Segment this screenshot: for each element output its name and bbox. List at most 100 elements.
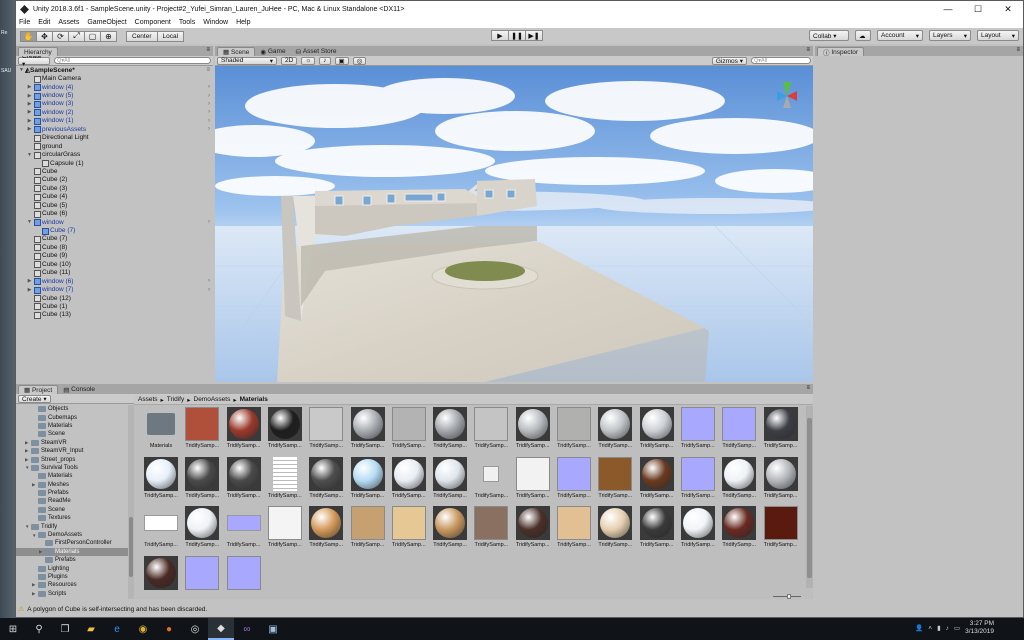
tab-inspector[interactable]: ⓘ Inspector bbox=[817, 47, 865, 57]
menu-assets[interactable]: Assets bbox=[58, 19, 79, 26]
expand-arrow-icon[interactable]: ▼ bbox=[26, 152, 33, 158]
folder-tree-item[interactable]: Cubemaps bbox=[16, 413, 128, 421]
create-dropdown[interactable]: Create ▾ bbox=[18, 53, 51, 68]
hidden-objects-icon[interactable]: ◎ bbox=[352, 56, 367, 65]
hierarchy-row[interactable]: Cube (4) bbox=[16, 193, 213, 201]
material-asset-tile[interactable]: TridifySamp... bbox=[762, 506, 800, 548]
folder-tree-item[interactable]: Prefabs bbox=[16, 489, 128, 497]
menu-help[interactable]: Help bbox=[236, 19, 250, 26]
hierarchy-row[interactable]: ▶ window (6) › bbox=[16, 277, 213, 286]
expand-arrow-icon[interactable]: ▶ bbox=[26, 101, 33, 107]
asset-scrollbar[interactable] bbox=[806, 406, 813, 588]
material-asset-tile[interactable]: TridifySamp... bbox=[390, 456, 428, 499]
material-asset-tile[interactable]: TridifySamp... bbox=[472, 457, 510, 499]
panel-menu-icon[interactable]: ≡ bbox=[806, 47, 810, 53]
prefab-open-icon[interactable]: › bbox=[208, 93, 210, 99]
material-asset-tile[interactable]: TridifySamp... bbox=[390, 506, 428, 548]
material-asset-tile[interactable]: TridifySamp... bbox=[638, 456, 676, 499]
prefab-open-icon[interactable]: › bbox=[208, 109, 210, 115]
folder-tree-item[interactable]: Scene bbox=[16, 430, 128, 438]
hierarchy-search-input[interactable]: Q▾All bbox=[54, 57, 211, 64]
folder-tree-item[interactable]: Materials bbox=[16, 422, 128, 430]
breadcrumb-tridify[interactable]: Tridify bbox=[167, 396, 184, 403]
hierarchy-row[interactable]: Cube (7) bbox=[16, 226, 213, 235]
menu-edit[interactable]: Edit bbox=[38, 19, 50, 26]
move-tool-icon[interactable]: ✥ bbox=[36, 30, 53, 42]
material-asset-tile[interactable]: TridifySamp... bbox=[514, 506, 552, 548]
material-asset-tile[interactable]: TridifySamp... bbox=[142, 456, 180, 499]
breadcrumb-assets[interactable]: Assets bbox=[138, 396, 158, 403]
collab-button[interactable]: Collab ▾ bbox=[809, 30, 849, 41]
panel-menu-icon[interactable]: ≡ bbox=[1016, 47, 1020, 53]
hierarchy-row[interactable]: ▼ circularGrass bbox=[16, 150, 213, 159]
start-icon[interactable]: ⊞ bbox=[0, 618, 26, 640]
minimize-button[interactable]: — bbox=[933, 4, 963, 14]
material-asset-tile[interactable]: TridifySamp... bbox=[679, 407, 717, 449]
menu-file[interactable]: File bbox=[19, 19, 30, 26]
material-asset-tile[interactable]: TridifySamp... bbox=[307, 456, 345, 499]
material-asset-tile[interactable]: TridifySamp... bbox=[307, 407, 345, 449]
file-explorer-icon[interactable]: ▰ bbox=[78, 618, 104, 640]
effects-icon[interactable]: ▣ bbox=[334, 56, 349, 65]
battery-icon[interactable]: ▭ bbox=[954, 624, 960, 632]
tab-asset-store[interactable]: ⛁ Asset Store bbox=[291, 47, 342, 56]
folder-tree-item[interactable]: ▶ Materials bbox=[16, 547, 128, 557]
expand-arrow-icon[interactable]: ▶ bbox=[26, 287, 33, 293]
hierarchy-row[interactable]: ▼ window › bbox=[16, 218, 213, 227]
panel-menu-icon[interactable]: ≡ bbox=[206, 47, 210, 53]
status-message[interactable]: A polygon of Cube is self-intersecting a… bbox=[27, 606, 207, 613]
hierarchy-row[interactable]: ▶ previousAssets › bbox=[16, 125, 213, 134]
material-asset-tile[interactable]: TridifySamp... bbox=[596, 456, 634, 499]
hierarchy-row[interactable]: Cube (13) bbox=[16, 311, 213, 319]
hierarchy-row[interactable]: Cube (10) bbox=[16, 260, 213, 269]
material-asset-tile[interactable]: TridifySamp... bbox=[720, 456, 758, 499]
material-asset-tile[interactable]: TridifySamp... bbox=[349, 506, 387, 548]
hierarchy-row[interactable]: ▼ ◭ SampleScene* ≡ bbox=[16, 66, 213, 75]
hierarchy-row[interactable]: Cube (9) bbox=[16, 252, 213, 260]
material-asset-tile[interactable]: TridifySamp... bbox=[555, 506, 593, 548]
lighting-icon[interactable]: ☼ bbox=[301, 56, 316, 65]
expand-arrow-icon[interactable]: ▶ bbox=[26, 84, 33, 90]
material-asset-tile[interactable]: TridifySamp... bbox=[431, 506, 469, 548]
task-view-icon[interactable]: ❐ bbox=[52, 618, 78, 640]
material-asset-tile[interactable]: TridifySamp... bbox=[225, 407, 263, 449]
folder-tree-item[interactable]: ▼ Survival Tools bbox=[16, 464, 128, 472]
close-button[interactable]: ✕ bbox=[993, 4, 1023, 15]
hierarchy-row[interactable]: Cube bbox=[16, 167, 213, 176]
hierarchy-row[interactable]: Cube (8) bbox=[16, 243, 213, 252]
material-asset-tile[interactable]: TridifySamp... bbox=[514, 407, 552, 449]
search-icon[interactable]: ⚲ bbox=[26, 618, 52, 640]
pause-icon[interactable]: ❚❚ bbox=[508, 30, 526, 41]
tree-scroll-thumb[interactable] bbox=[129, 517, 133, 577]
material-asset-tile[interactable]: TridifySamp... bbox=[183, 407, 221, 449]
material-asset-tile[interactable]: TridifySamp... bbox=[349, 407, 387, 449]
folder-tree-item[interactable]: ▼ DemoAssets bbox=[16, 531, 128, 539]
folder-tree-item[interactable]: ▶ SteamVR_Input bbox=[16, 447, 128, 455]
slider-knob[interactable] bbox=[787, 594, 791, 599]
network-icon[interactable]: ▮ bbox=[937, 624, 941, 632]
prefab-open-icon[interactable]: › bbox=[208, 278, 210, 284]
hierarchy-row[interactable]: Cube (5) bbox=[16, 201, 213, 210]
hierarchy-row[interactable]: Directional Light bbox=[16, 134, 213, 142]
material-asset-tile[interactable]: TridifySamp... bbox=[431, 407, 469, 449]
material-asset-tile[interactable]: TridifySamp... bbox=[225, 456, 263, 499]
hierarchy-row[interactable]: ▶ window (3) › bbox=[16, 100, 213, 108]
folder-tree-item[interactable]: Scene bbox=[16, 506, 128, 514]
shading-mode-dropdown[interactable]: Shaded ▾ bbox=[217, 56, 277, 65]
material-asset-tile[interactable]: TridifySamp... bbox=[638, 506, 676, 548]
hierarchy-row[interactable]: Cube (11) bbox=[16, 269, 213, 277]
folder-tree-item[interactable]: ReadMe bbox=[16, 497, 128, 505]
visual-studio-icon[interactable]: ∞ bbox=[234, 618, 260, 640]
material-asset-tile[interactable]: TridifySamp... bbox=[472, 407, 510, 449]
expand-arrow-icon[interactable]: ▼ bbox=[18, 67, 25, 73]
hierarchy-row[interactable]: Cube (1) bbox=[16, 302, 213, 311]
hierarchy-row[interactable]: ▶ window (5) › bbox=[16, 91, 213, 100]
step-icon[interactable]: ▶❚ bbox=[525, 30, 543, 41]
tab-project[interactable]: ▦ Project bbox=[18, 385, 59, 394]
layout-dropdown[interactable]: Layout ▾ bbox=[977, 30, 1019, 41]
material-asset-tile[interactable]: TridifySamp... bbox=[762, 407, 800, 449]
hierarchy-row[interactable]: Cube (3) bbox=[16, 184, 213, 193]
tab-scene[interactable]: ▦ Scene bbox=[217, 47, 256, 56]
asset-scroll-thumb[interactable] bbox=[807, 418, 812, 578]
clock[interactable]: 3:27 PM 3/13/2019 bbox=[965, 620, 994, 636]
